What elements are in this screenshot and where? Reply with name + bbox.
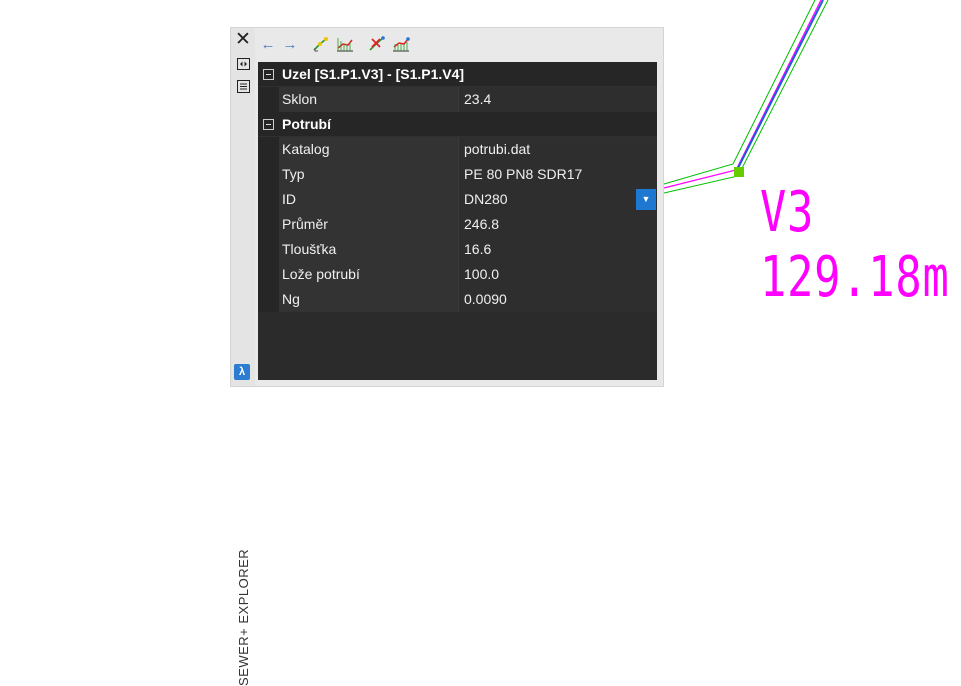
property-name: Tloušťka — [279, 236, 459, 262]
category-node[interactable]: Uzel [S1.P1.V3] - [S1.P1.V4] — [258, 62, 657, 87]
collapse-toggle-icon[interactable] — [263, 118, 274, 130]
node-marker[interactable] — [734, 167, 744, 177]
node-profile-icon[interactable] — [391, 33, 411, 55]
property-value[interactable]: PE 80 PN8 SDR17 — [459, 161, 657, 187]
selected-value: DN280 — [464, 190, 508, 207]
select-node-icon[interactable] — [367, 33, 387, 55]
forward-arrow-icon[interactable]: → — [281, 33, 299, 55]
pipe-outline-green-upper — [663, 0, 816, 185]
property-name: Typ — [279, 161, 459, 187]
explorer-toolbar: ← → — [259, 33, 415, 55]
property-value[interactable]: 100.0 — [459, 261, 657, 287]
chevron-down-icon[interactable]: ▼ — [636, 188, 656, 210]
property-value[interactable]: 16.6 — [459, 236, 657, 262]
properties-menu-icon[interactable] — [234, 78, 252, 94]
property-row-sklon[interactable]: Sklon 23.4 — [258, 86, 657, 112]
property-row-ng[interactable]: Ng 0.0090 — [258, 286, 657, 312]
property-row-loze[interactable]: Lože potrubí 100.0 — [258, 261, 657, 287]
back-arrow-icon[interactable]: ← — [259, 33, 277, 55]
property-name: Průměr — [279, 211, 459, 237]
palette-side-strip: ✕ SEWER+ EXPLORER λ — [231, 28, 255, 686]
dock-swap-icon[interactable] — [234, 56, 252, 72]
category-label: Potrubí — [282, 116, 331, 132]
pipe-outline-green-lower — [663, 0, 829, 194]
category-pipe[interactable]: Potrubí — [258, 112, 657, 137]
property-value[interactable]: 23.4 — [459, 86, 657, 112]
property-name: Katalog — [279, 136, 459, 162]
pipe-profile-icon[interactable] — [335, 33, 355, 55]
pipe-centerline-blue — [736, 0, 824, 171]
property-name: Lože potrubí — [279, 261, 459, 287]
property-name: Sklon — [279, 86, 459, 112]
close-icon[interactable]: ✕ — [234, 30, 252, 49]
category-label: Uzel [S1.P1.V3] - [S1.P1.V4] — [282, 66, 465, 82]
property-name: Ng — [279, 286, 459, 312]
property-row-prumer[interactable]: Průměr 246.8 — [258, 211, 657, 237]
app-logo-icon[interactable]: λ — [234, 364, 250, 380]
property-row-typ[interactable]: Typ PE 80 PN8 SDR17 — [258, 161, 657, 187]
palette-title: SEWER+ EXPLORER — [234, 358, 254, 686]
node-label: V3 — [760, 180, 815, 245]
collapse-toggle-icon[interactable] — [263, 68, 274, 80]
property-value[interactable]: 0.0090 — [459, 286, 657, 312]
length-label: 129.18m — [760, 245, 950, 310]
property-row-id[interactable]: ID DN280 ▼ — [258, 186, 657, 212]
palette-title-text: SEWER+ EXPLORER — [236, 548, 251, 686]
property-name: ID — [279, 186, 459, 212]
property-grid: Uzel [S1.P1.V3] - [S1.P1.V4] Sklon 23.4 … — [258, 62, 657, 380]
property-value[interactable]: potrubi.dat — [459, 136, 657, 162]
property-row-tloustka[interactable]: Tloušťka 16.6 — [258, 236, 657, 262]
select-pipe-icon[interactable] — [311, 33, 331, 55]
property-row-katalog[interactable]: Katalog potrubi.dat — [258, 136, 657, 162]
property-value[interactable]: 246.8 — [459, 211, 657, 237]
property-value-select[interactable]: DN280 ▼ — [459, 186, 657, 212]
sewer-explorer-palette: ✕ SEWER+ EXPLORER λ ← → Uzel [S1.P1.V3] … — [230, 27, 664, 686]
